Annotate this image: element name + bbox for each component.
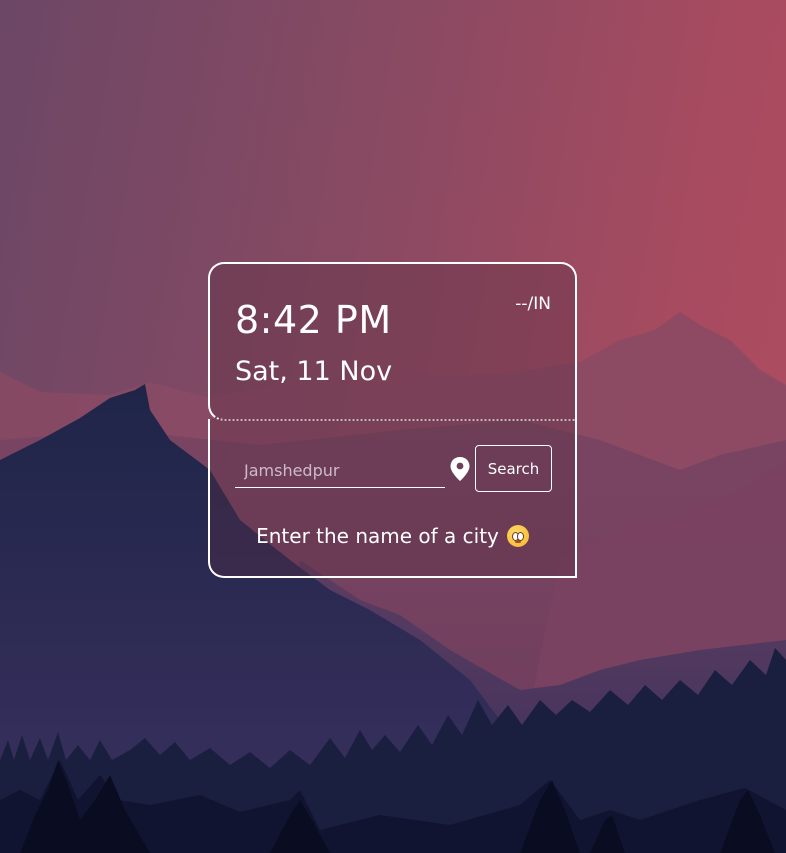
search-panel: Search Enter the name of a city [208,419,577,578]
city-search-input[interactable] [235,454,445,488]
current-time: 8:42 PM [235,298,392,342]
status-message: Enter the name of a city [210,524,575,548]
flushed-face-emoji-icon [506,525,529,547]
current-date: Sat, 11 Nov [235,356,393,387]
status-message-text: Enter the name of a city [256,524,499,548]
weather-card: 8:42 PM Sat, 11 Nov --/IN Search Enter t… [208,262,577,580]
location-code: --/IN [515,294,551,314]
clock-panel: 8:42 PM Sat, 11 Nov --/IN [208,262,577,421]
search-button[interactable]: Search [475,445,552,492]
location-pin-icon[interactable] [449,456,471,482]
